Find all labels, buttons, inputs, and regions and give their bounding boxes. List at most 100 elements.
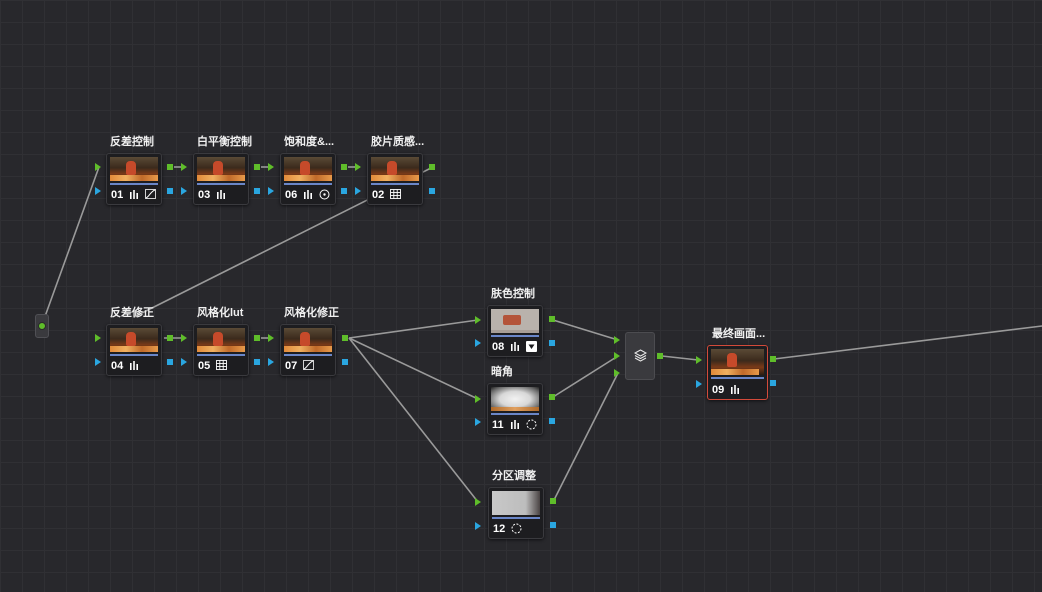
bars-icon xyxy=(130,361,138,370)
node-07-alpha-input[interactable] xyxy=(268,358,274,366)
node-11[interactable]: 11 xyxy=(487,383,543,435)
node-04[interactable]: 04 xyxy=(106,324,162,376)
node-08-alpha-output[interactable] xyxy=(549,340,555,346)
node-07-rgb-input[interactable] xyxy=(268,334,274,342)
node-11-rgb-output[interactable] xyxy=(549,394,555,400)
node-01-alpha-input[interactable] xyxy=(95,187,101,195)
curve-icon xyxy=(145,189,157,199)
node-04-thumbnail xyxy=(110,328,158,352)
source-input-node[interactable] xyxy=(35,314,49,338)
node-07-thumbnail xyxy=(284,328,332,352)
node-05-rgb-output[interactable] xyxy=(254,335,260,341)
node-01-rgb-input[interactable] xyxy=(95,163,101,171)
node-03-bar xyxy=(197,183,245,185)
node-11-label: 暗角 xyxy=(491,366,513,378)
node-07[interactable]: 07 xyxy=(280,324,336,376)
node-07-label: 风格化修正 xyxy=(284,307,339,319)
node-07-alpha-output[interactable] xyxy=(342,359,348,365)
node-03-alpha-output[interactable] xyxy=(254,188,260,194)
wire-07-08 xyxy=(348,319,479,339)
grid-icon xyxy=(390,189,401,199)
node-05[interactable]: 05 xyxy=(193,324,249,376)
node-05-label: 风格化lut xyxy=(197,307,244,319)
window-circle-icon xyxy=(526,419,537,430)
node-09-rgb-output[interactable] xyxy=(770,356,776,362)
node-07-number: 07 xyxy=(285,360,298,372)
node-01[interactable]: 01 xyxy=(106,153,162,205)
node-08-rgb-output[interactable] xyxy=(549,316,555,322)
node-01-rgb-output[interactable] xyxy=(167,164,173,170)
mixer-input-2[interactable] xyxy=(614,352,620,360)
node-05-thumbnail xyxy=(197,328,245,352)
node-04-rgb-output[interactable] xyxy=(167,335,173,341)
bars-icon xyxy=(130,190,138,199)
node-09[interactable]: 09 xyxy=(707,345,768,400)
node-05-number: 05 xyxy=(198,360,211,372)
node-02[interactable]: 02 xyxy=(367,153,423,205)
node-04-alpha-input[interactable] xyxy=(95,358,101,366)
node-01-alpha-output[interactable] xyxy=(167,188,173,194)
node-08-alpha-input[interactable] xyxy=(475,339,481,347)
node-02-label: 胶片质感... xyxy=(371,136,425,148)
node-02-rgb-input[interactable] xyxy=(355,163,361,171)
source-output-port[interactable] xyxy=(38,322,46,330)
node-12-bar xyxy=(492,517,540,519)
node-06-alpha-output[interactable] xyxy=(341,188,347,194)
node-11-alpha-input[interactable] xyxy=(475,418,481,426)
node-05-bar xyxy=(197,354,245,356)
node-04-alpha-output[interactable] xyxy=(167,359,173,365)
node-06-rgb-output[interactable] xyxy=(341,164,347,170)
mixer-output[interactable] xyxy=(657,353,663,359)
layer-mixer-node[interactable] xyxy=(625,332,655,380)
node-09-label: 最终画面... xyxy=(712,328,766,340)
node-12-alpha-output[interactable] xyxy=(550,522,556,528)
node-12-alpha-input[interactable] xyxy=(475,522,481,530)
mixer-input-1[interactable] xyxy=(614,336,620,344)
node-03-alpha-input[interactable] xyxy=(181,187,187,195)
node-12-label: 分区调整 xyxy=(492,470,536,482)
node-04-bar xyxy=(110,354,158,356)
bars-icon xyxy=(511,342,519,351)
window-circle-icon xyxy=(511,523,522,534)
node-09-thumbnail xyxy=(711,349,764,375)
node-06[interactable]: 06 xyxy=(280,153,336,205)
node-02-thumbnail xyxy=(371,157,419,181)
node-05-alpha-output[interactable] xyxy=(254,359,260,365)
node-08-rgb-input[interactable] xyxy=(475,316,481,324)
node-08-number: 08 xyxy=(492,341,505,353)
node-03-label: 白平衡控制 xyxy=(197,136,252,148)
node-06-rgb-input[interactable] xyxy=(268,163,274,171)
node-01-number: 01 xyxy=(111,189,124,201)
node-06-thumbnail xyxy=(284,157,332,181)
mixer-input-3[interactable] xyxy=(614,369,620,377)
node-02-rgb-output[interactable] xyxy=(429,164,435,170)
node-02-number: 02 xyxy=(372,189,385,201)
node-02-alpha-input[interactable] xyxy=(355,187,361,195)
node-02-bar xyxy=(371,183,419,185)
qualifier-icon xyxy=(526,341,538,352)
wire-12-mixer xyxy=(552,372,619,503)
node-09-alpha-input[interactable] xyxy=(696,380,702,388)
node-12-rgb-input[interactable] xyxy=(475,498,481,506)
node-06-alpha-input[interactable] xyxy=(268,187,274,195)
node-06-bar xyxy=(284,183,332,185)
node-11-rgb-input[interactable] xyxy=(475,395,481,403)
node-12-rgb-output[interactable] xyxy=(550,498,556,504)
node-05-alpha-input[interactable] xyxy=(181,358,187,366)
node-12[interactable]: 12 xyxy=(488,487,544,539)
node-09-rgb-input[interactable] xyxy=(696,356,702,364)
node-11-alpha-output[interactable] xyxy=(549,418,555,424)
circle-icon xyxy=(319,189,330,200)
bars-icon xyxy=(217,190,225,199)
node-04-rgb-input[interactable] xyxy=(95,334,101,342)
node-09-alpha-output[interactable] xyxy=(770,380,776,386)
node-03[interactable]: 03 xyxy=(193,153,249,205)
node-03-rgb-output[interactable] xyxy=(254,164,260,170)
node-08[interactable]: 08 xyxy=(487,305,543,357)
node-07-rgb-output[interactable] xyxy=(342,335,348,341)
node-04-label: 反差修正 xyxy=(110,307,154,319)
node-03-rgb-input[interactable] xyxy=(181,163,187,171)
node-05-rgb-input[interactable] xyxy=(181,334,187,342)
node-02-alpha-output[interactable] xyxy=(429,188,435,194)
node-11-bar xyxy=(491,413,539,415)
